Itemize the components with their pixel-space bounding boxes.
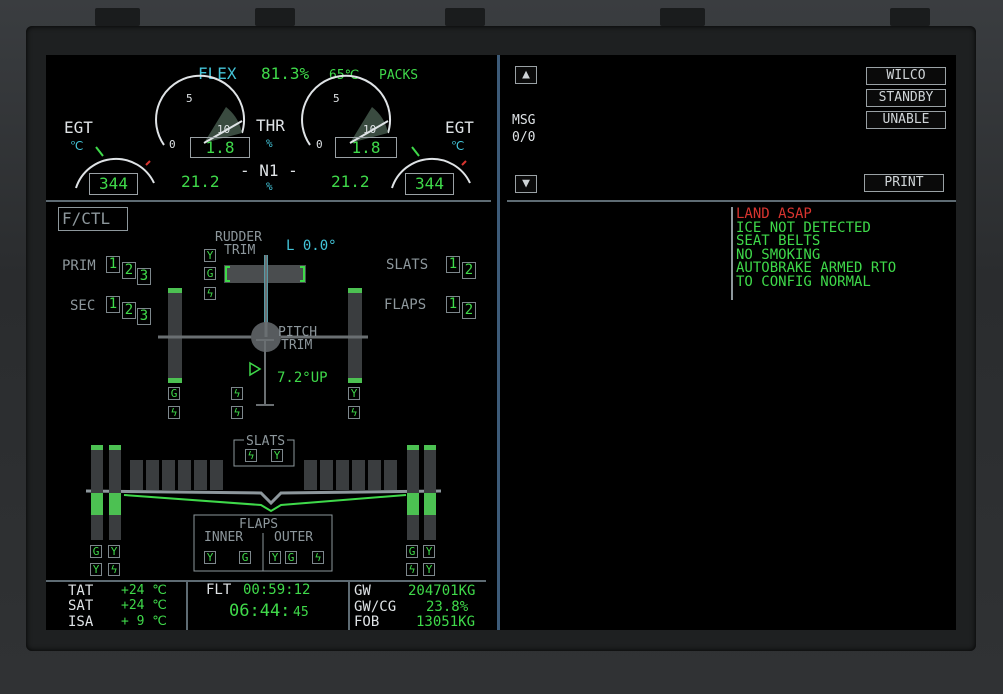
flaps-inner-label: INNER xyxy=(204,530,244,545)
spoiler-panel xyxy=(146,460,159,490)
slats-bottom-label: SLATS xyxy=(244,434,288,449)
spoiler-panel xyxy=(210,460,223,490)
spoiler-panel xyxy=(320,460,333,490)
scroll-down-button[interactable]: ▼ xyxy=(515,175,537,193)
flaps-outer-hyd-g: G xyxy=(285,551,297,564)
flaps-outer-hyd-y: Y xyxy=(269,551,281,564)
bezel-tab xyxy=(660,8,705,26)
spoiler-panel xyxy=(368,460,381,490)
flaps-outer-label: OUTER xyxy=(274,530,314,545)
spoiler-panel xyxy=(178,460,191,490)
pitch-hyd-elec-2: ϟ xyxy=(231,406,243,419)
scroll-up-button[interactable]: ▲ xyxy=(515,66,537,84)
ail-hyd-y: Y xyxy=(423,563,435,576)
gwcg-label: GW/CG xyxy=(354,599,397,615)
pitch-hyd-elec-1: ϟ xyxy=(231,387,243,400)
aileron-indicator xyxy=(424,493,436,515)
gw-value: 204701KG xyxy=(408,583,476,599)
memo-bracket xyxy=(731,207,733,300)
bezel-tab xyxy=(890,8,930,26)
status-divider xyxy=(186,582,188,630)
ail-hyd-y: Y xyxy=(90,563,102,576)
spoiler-panel xyxy=(130,460,143,490)
slats-hyd-y: Y xyxy=(271,449,283,462)
flaps-inner-hyd-g: G xyxy=(239,551,251,564)
spoiler-panel xyxy=(384,460,397,490)
datalink-divider xyxy=(507,200,956,202)
ail-hyd-elec: ϟ xyxy=(108,563,120,576)
pitch-trim-label-2: TRIM xyxy=(281,338,313,353)
spoiler-panel xyxy=(336,460,349,490)
tat-value: +24 ℃ xyxy=(121,583,167,598)
unable-button[interactable]: UNABLE xyxy=(866,111,946,129)
flt-label: FLT xyxy=(206,582,232,598)
elev-right-hyd-y: Y xyxy=(348,387,360,400)
isa-label: ISA xyxy=(68,614,94,630)
spoiler-panel xyxy=(352,460,365,490)
aileron-indicator xyxy=(407,445,419,450)
bezel-tab xyxy=(95,8,140,26)
aileron-indicator xyxy=(424,445,436,450)
aileron-indicator xyxy=(109,493,121,515)
wilco-button[interactable]: WILCO xyxy=(866,67,946,85)
flaps-inner-hyd-y: Y xyxy=(204,551,216,564)
memo-item: TO CONFIG NORMAL xyxy=(736,273,871,290)
spoiler-panel xyxy=(194,460,207,490)
sat-value: +24 ℃ xyxy=(121,598,167,613)
ail-hyd-g: G xyxy=(90,545,102,558)
gwcg-value: 23.8% xyxy=(426,599,469,615)
flaps-outer-hyd-elec: ϟ xyxy=(312,551,324,564)
memo-list: LAND ASAP ICE NOT DETECTED SEAT BELTS NO… xyxy=(736,207,896,290)
pitch-trim-value: 7.2°UP xyxy=(277,370,328,386)
msg-count: 0/0 xyxy=(512,130,536,145)
spoiler-panel xyxy=(304,460,317,490)
utc-time: 06:44: xyxy=(229,601,291,621)
standby-button[interactable]: STANDBY xyxy=(866,89,946,107)
ail-hyd-g: G xyxy=(406,545,418,558)
fob-value: 13051KG xyxy=(416,614,476,630)
bezel-tab xyxy=(445,8,485,26)
aileron-indicator xyxy=(407,493,419,515)
arrow-up-icon: ▲ xyxy=(522,67,530,82)
ail-hyd-y: Y xyxy=(423,545,435,558)
ail-hyd-elec: ϟ xyxy=(406,563,418,576)
arrow-down-icon: ▼ xyxy=(522,176,530,191)
spoiler-panel xyxy=(162,460,175,490)
elev-right-hyd-elec: ϟ xyxy=(348,406,360,419)
flt-time: 00:59:12 xyxy=(243,582,311,598)
ail-hyd-y: Y xyxy=(108,545,120,558)
elev-left-hyd-elec: ϟ xyxy=(168,406,180,419)
utc-seconds: 45 xyxy=(293,605,309,620)
aileron-indicator xyxy=(91,445,103,450)
status-divider xyxy=(348,582,350,630)
gw-label: GW xyxy=(354,583,371,599)
flaps-bottom-label: FLAPS xyxy=(239,517,279,532)
bezel-tab xyxy=(255,8,295,26)
aileron-indicator xyxy=(91,493,103,515)
vertical-divider xyxy=(497,55,500,630)
msg-label: MSG xyxy=(512,113,536,128)
elev-left-hyd-g: G xyxy=(168,387,180,400)
aileron-indicator xyxy=(109,445,121,450)
ecam-screen: FLEX 81.3% 65℃ PACKS EGT ℃ EGT ℃ 5 10 0 … xyxy=(46,55,956,630)
print-button[interactable]: PRINT xyxy=(864,174,944,192)
isa-value: + 9 ℃ xyxy=(121,614,167,629)
fob-label: FOB xyxy=(354,614,380,630)
sat-label: SAT xyxy=(68,598,94,614)
slats-hyd-elec: ϟ xyxy=(245,449,257,462)
tat-label: TAT xyxy=(68,583,94,599)
